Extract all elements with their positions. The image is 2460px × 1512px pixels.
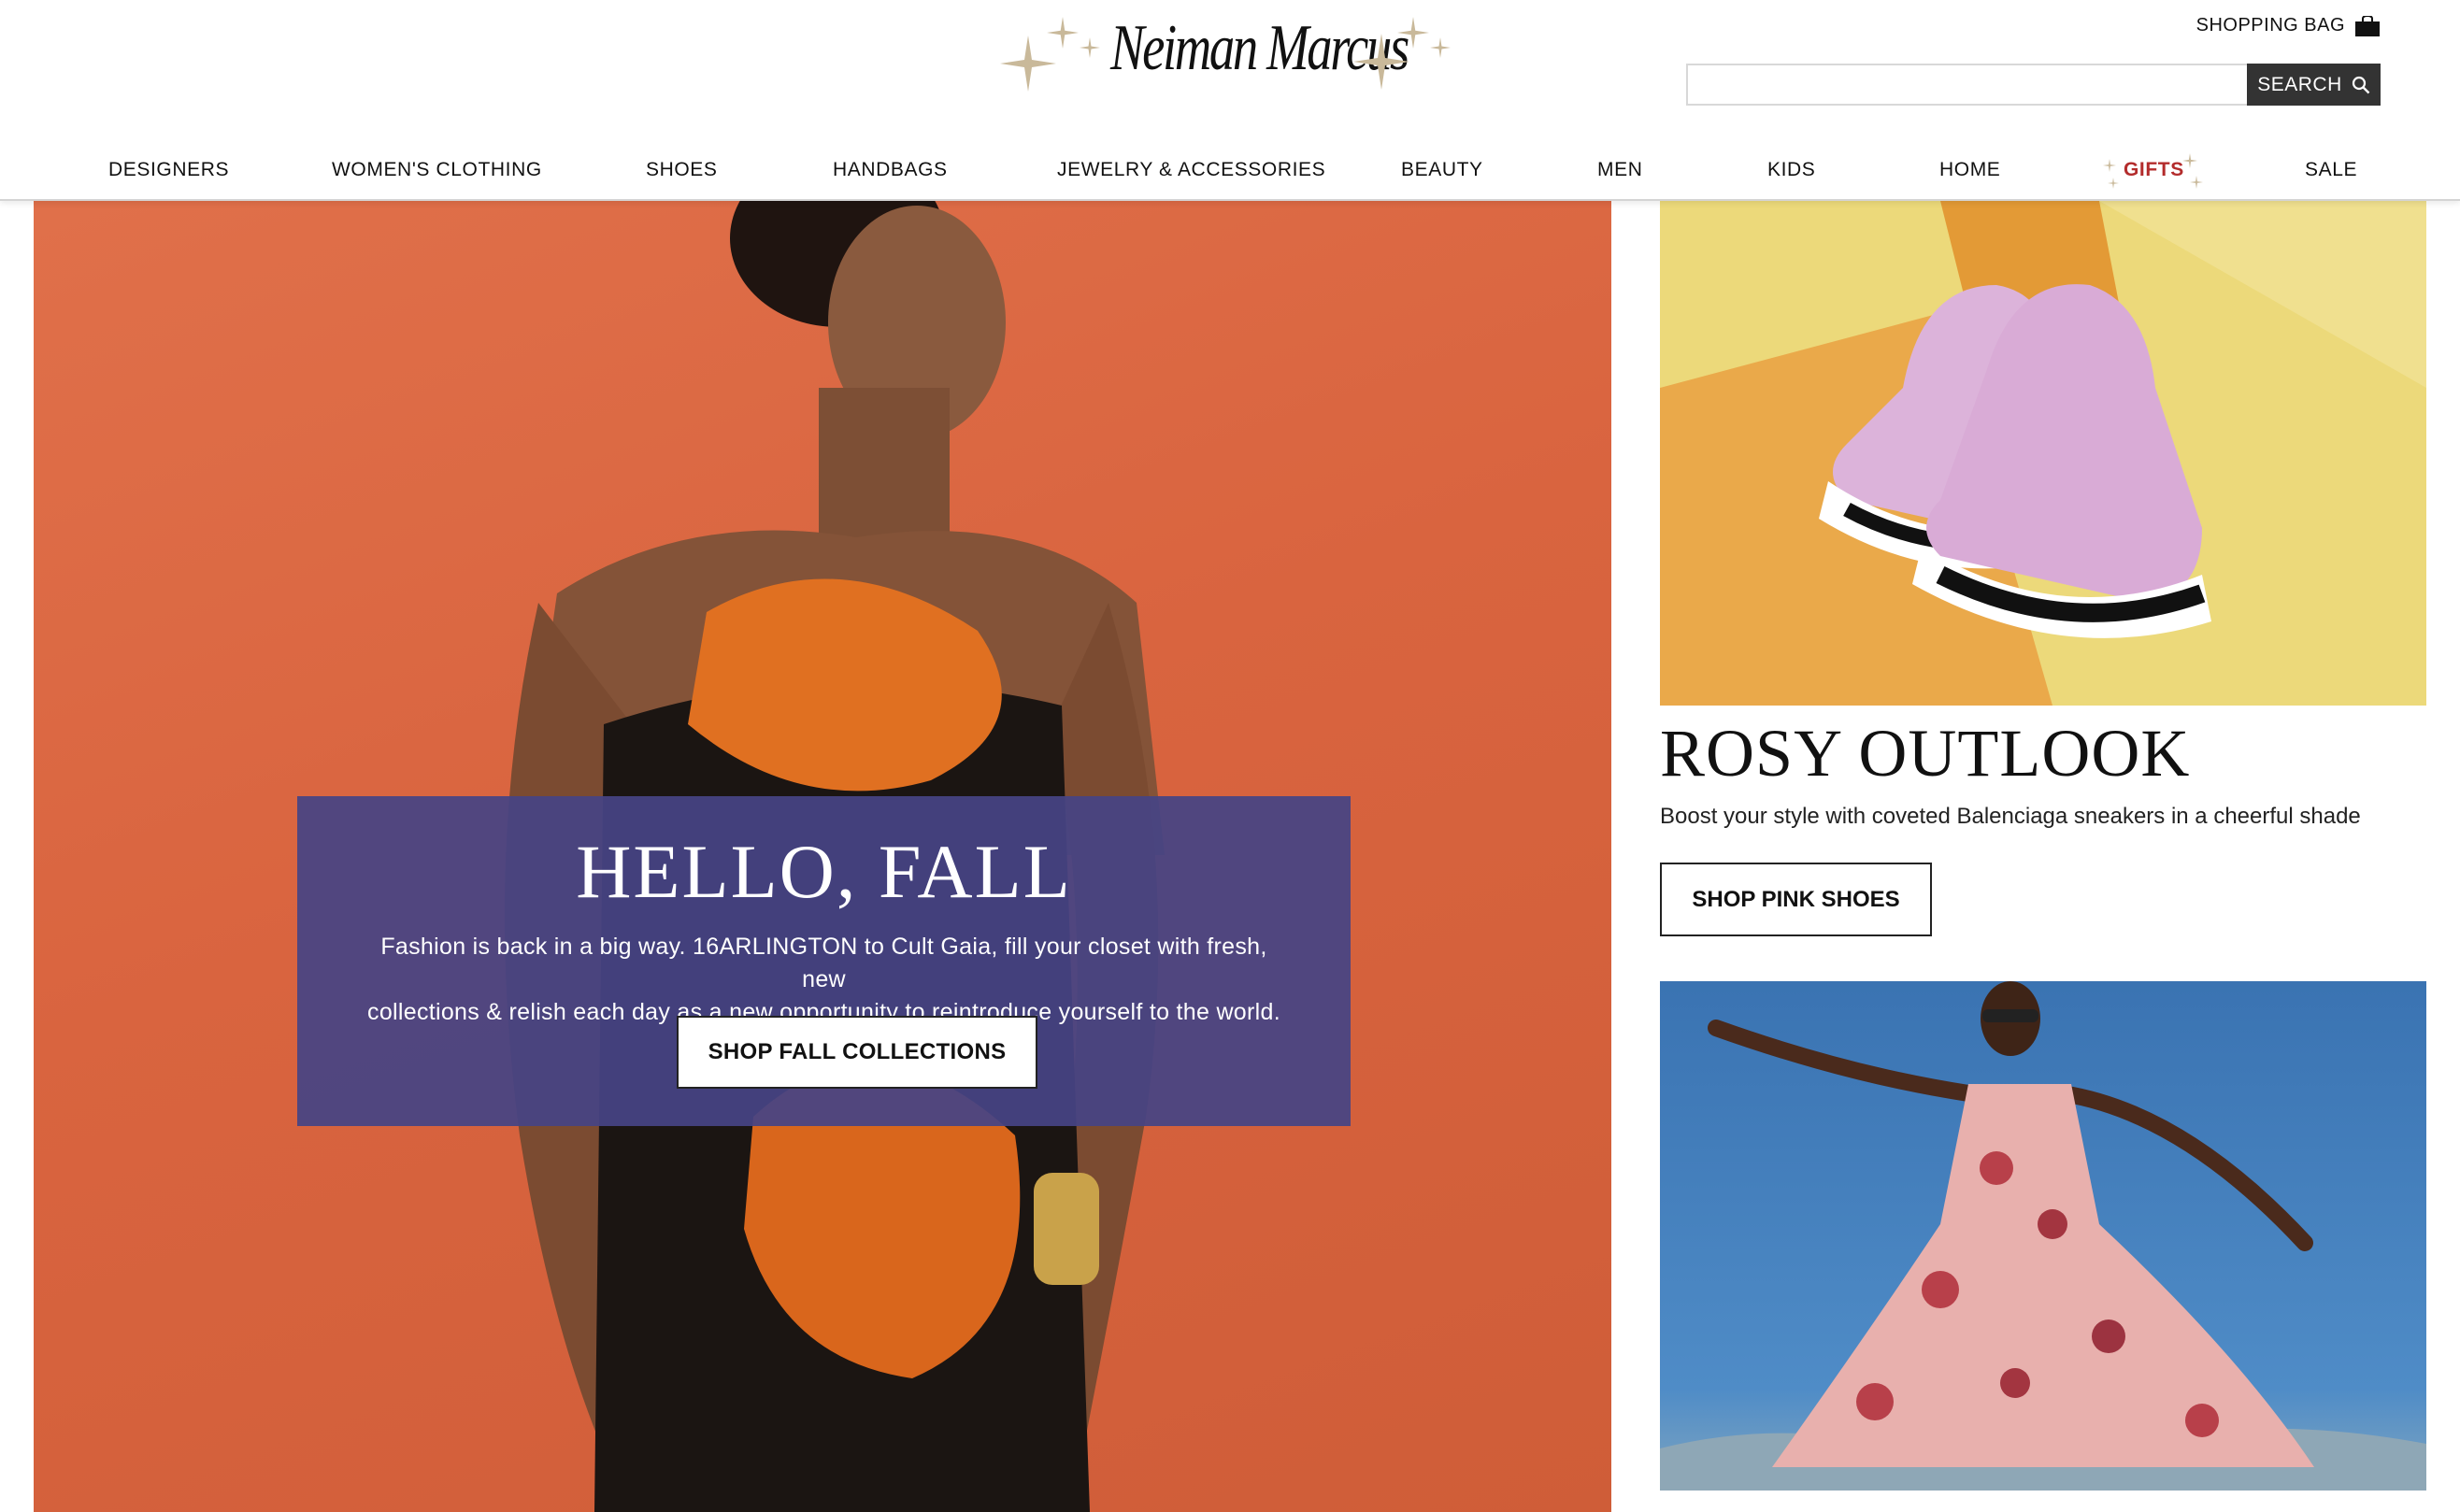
sparkle-icon <box>2190 176 2203 189</box>
sparkle-icon <box>2182 153 2197 168</box>
pink-sneakers-illustration <box>1660 201 2426 706</box>
nav-item-men[interactable]: MEN <box>1597 159 1642 181</box>
promo-floral-dress-image[interactable] <box>1660 981 2426 1491</box>
shopping-bag-link[interactable]: SHOPPING BAG <box>2196 15 2381 36</box>
nav-item-gifts[interactable]: GIFTS <box>2124 159 2184 181</box>
search-input[interactable] <box>1686 64 2249 106</box>
search-button-label: SEARCH <box>2257 73 2342 95</box>
sparkle-icon <box>1047 17 1079 49</box>
floral-dress-model-illustration <box>1660 981 2426 1491</box>
brand-logo[interactable]: Neiman Marcus <box>1000 7 1458 110</box>
sparkle-icon <box>2103 159 2116 172</box>
sparkle-icon <box>1397 17 1429 49</box>
hero-copy-line: Fashion is back in a big way. 16ARLINGTO… <box>380 934 1267 992</box>
shop-fall-collections-button[interactable]: SHOP FALL COLLECTIONS <box>677 1016 1037 1089</box>
nav-item-jewelry-accessories[interactable]: JEWELRY & ACCESSORIES <box>1057 159 1325 181</box>
search-button[interactable]: SEARCH <box>2247 64 2381 106</box>
sparkle-icon <box>1080 37 1100 58</box>
sparkle-icon <box>2108 178 2119 189</box>
shopping-bag-label: SHOPPING BAG <box>2195 15 2345 36</box>
nav-item-designers[interactable]: DESIGNERS <box>108 159 229 181</box>
nav-item-womens-clothing[interactable]: WOMEN'S CLOTHING <box>332 159 542 181</box>
promo-sneakers-image[interactable] <box>1660 201 2426 706</box>
search-icon <box>2352 76 2370 93</box>
nav-item-sale[interactable]: SALE <box>2305 159 2357 181</box>
hero-banner[interactable]: HELLO, FALL Fashion is back in a big way… <box>34 201 1611 1512</box>
nav-item-handbags[interactable]: HANDBAGS <box>833 159 948 181</box>
hero-promo-panel: HELLO, FALL Fashion is back in a big way… <box>297 796 1351 1126</box>
promo-copy: Boost your style with coveted Balenciaga… <box>1660 804 2361 829</box>
sparkle-icon <box>1430 37 1451 58</box>
nav-item-kids[interactable]: KIDS <box>1767 159 1815 181</box>
hero-title: HELLO, FALL <box>576 829 1072 914</box>
main-nav: DESIGNERS WOMEN'S CLOTHING SHOES HANDBAG… <box>0 153 2460 191</box>
nav-item-home[interactable]: HOME <box>1939 159 2000 181</box>
promo-title: ROSY OUTLOOK <box>1660 716 2191 791</box>
shopping-bag-icon <box>2355 15 2380 36</box>
nav-item-beauty[interactable]: BEAUTY <box>1401 159 1483 181</box>
shop-pink-shoes-button[interactable]: SHOP PINK SHOES <box>1660 863 1932 936</box>
nav-item-shoes[interactable]: SHOES <box>646 159 718 181</box>
hero-copy: Fashion is back in a big way. 16ARLINGTO… <box>357 931 1292 1029</box>
site-header: Neiman Marcus SHOPPING BAG SEARCH DESIGN… <box>0 0 2460 201</box>
